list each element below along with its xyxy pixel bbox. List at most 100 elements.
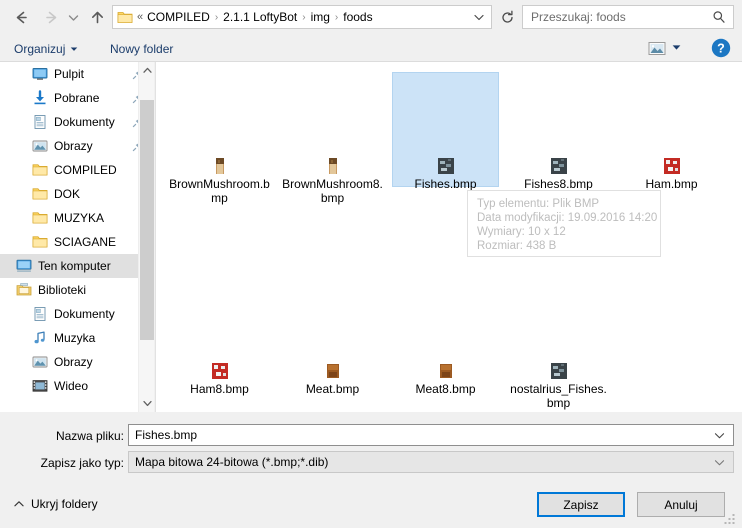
forward-button[interactable] — [38, 4, 64, 30]
computer-icon — [16, 258, 32, 274]
breadcrumb-item-compiled[interactable]: COMPILED — [144, 9, 213, 25]
breadcrumb-item-foods[interactable]: foods — [340, 9, 375, 25]
command-bar: Organizuj Nowy folder ? — [0, 34, 742, 62]
help-button[interactable]: ? — [710, 37, 732, 59]
file-name-label: Fishes8.bmp — [524, 177, 593, 191]
breadcrumb-separator-icon[interactable]: › — [300, 12, 307, 23]
file-item[interactable]: BrownMushroom8.bmp — [279, 72, 386, 205]
save-as-type-label: Zapisz jako typ: — [40, 456, 124, 470]
breadcrumb-item-loftybot[interactable]: 2.1.1 LoftyBot — [220, 9, 300, 25]
save-file-dialog: « COMPILED › 2.1.1 LoftyBot › img › food… — [0, 0, 742, 528]
nav-item-obrazy[interactable]: Obrazy — [0, 350, 154, 374]
nav-item-label: Biblioteki — [38, 283, 87, 297]
nav-item-sciagane[interactable]: SCIAGANE — [0, 230, 154, 254]
file-name-label: Ham.bmp — [645, 177, 698, 191]
file-name-label: BrownMushroom.bmp — [169, 177, 270, 205]
navigation-pane-scrollbar[interactable] — [138, 62, 154, 412]
hide-folders-button[interactable]: Ukryj foldery — [14, 497, 98, 511]
tooltip-line-type: Typ elementu: Plik BMP — [477, 198, 600, 210]
nav-item-label: SCIAGANE — [54, 235, 117, 249]
breadcrumb-item-img[interactable]: img — [308, 9, 333, 25]
fish-thumb — [550, 158, 567, 174]
chevron-down-icon[interactable] — [714, 458, 725, 467]
nav-item-biblioteki[interactable]: Biblioteki — [0, 278, 154, 302]
refresh-button[interactable] — [496, 5, 518, 29]
up-one-level-button[interactable] — [84, 4, 110, 30]
caret-up-icon — [14, 501, 24, 507]
file-item[interactable]: Meat8.bmp — [392, 277, 499, 396]
new-folder-button[interactable]: Nowy folder — [110, 39, 173, 58]
nav-item-pulpit[interactable]: Pulpit — [0, 62, 154, 86]
hide-folders-label: Ukryj foldery — [31, 497, 98, 511]
nav-item-label: DOK — [54, 187, 81, 201]
chevron-down-icon[interactable] — [714, 431, 725, 440]
file-info-tooltip: Typ elementu: Plik BMP Data modyfikacji:… — [467, 190, 661, 257]
search-icon[interactable] — [712, 10, 726, 24]
scrollbar-thumb[interactable] — [140, 100, 154, 340]
cancel-button[interactable]: Anuluj — [637, 492, 725, 517]
search-input[interactable]: Przeszukaj: foods — [522, 5, 734, 29]
file-name-input[interactable]: Fishes.bmp — [128, 424, 734, 446]
nav-item-wideo[interactable]: Wideo — [0, 374, 154, 398]
file-item[interactable]: Ham.bmp — [618, 72, 725, 191]
breadcrumb-separator-icon[interactable]: › — [213, 12, 220, 23]
folder-icon — [32, 162, 48, 178]
file-name-label: Meat8.bmp — [415, 382, 476, 396]
nav-item-pobrane[interactable]: Pobrane — [0, 86, 154, 110]
folder-icon — [32, 186, 48, 202]
nav-item-muzyka[interactable]: Muzyka — [0, 326, 154, 350]
fish-thumb — [550, 363, 567, 379]
video-icon — [32, 378, 48, 394]
breadcrumb-overflow[interactable]: « — [136, 11, 144, 23]
address-bar[interactable]: « COMPILED › 2.1.1 LoftyBot › img › food… — [112, 5, 492, 29]
chevron-up-icon — [142, 67, 152, 73]
nav-item-label: Wideo — [54, 379, 89, 393]
scroll-down-button[interactable] — [139, 395, 155, 412]
folder-icon — [32, 234, 48, 250]
file-item[interactable]: Meat.bmp — [279, 277, 386, 396]
search-placeholder: Przeszukaj: foods — [531, 10, 626, 24]
resize-grip-icon[interactable] — [724, 512, 737, 525]
view-mode-button[interactable] — [646, 39, 668, 58]
nav-item-ten-komputer[interactable]: Ten komputer — [0, 254, 154, 278]
refresh-icon — [501, 10, 513, 23]
nav-item-muzyka[interactable]: MUZYKA — [0, 206, 154, 230]
mushroom-thumb — [212, 158, 228, 174]
caret-down-icon[interactable] — [672, 44, 681, 51]
breadcrumb-separator-icon[interactable]: › — [333, 12, 340, 23]
file-item[interactable]: Ham8.bmp — [166, 277, 273, 396]
file-name-label: Nazwa pliku: — [55, 429, 124, 443]
pictures-icon — [32, 354, 48, 370]
recent-locations-button[interactable] — [64, 4, 82, 30]
nav-item-label: Dokumenty — [54, 307, 115, 321]
file-name-value: Fishes.bmp — [135, 428, 198, 442]
nav-item-dokumenty[interactable]: Dokumenty — [0, 302, 154, 326]
download-icon — [32, 90, 48, 106]
file-name-label: Ham8.bmp — [190, 382, 249, 396]
organize-button[interactable]: Organizuj — [14, 39, 78, 58]
file-item[interactable]: Fishes8.bmp — [505, 72, 612, 191]
nav-item-dok[interactable]: DOK — [0, 182, 154, 206]
nav-item-label: Pobrane — [54, 91, 100, 105]
music-icon — [32, 330, 48, 346]
file-item[interactable]: BrownMushroom.bmp — [166, 72, 273, 205]
nav-item-obrazy[interactable]: Obrazy — [0, 134, 154, 158]
file-name-label: Fishes.bmp — [414, 177, 477, 191]
nav-item-label: MUZYKA — [54, 211, 105, 225]
save-as-type-select[interactable]: Mapa bitowa 24-bitowa (*.bmp;*.dib) — [128, 451, 734, 473]
nav-item-compiled[interactable]: COMPILED — [0, 158, 154, 182]
fish-thumb — [437, 158, 454, 174]
file-item[interactable]: nostalrius_Fishes.bmp — [505, 277, 612, 410]
file-name-label: Meat.bmp — [305, 382, 360, 396]
navigation-list: Pulpit Pobrane Dokumenty Obrazy COMPILED DOK M… — [0, 62, 154, 398]
nav-item-label: Pulpit — [54, 67, 85, 81]
back-button[interactable] — [8, 4, 34, 30]
scroll-up-button[interactable] — [139, 62, 155, 79]
pictures-icon — [32, 138, 48, 154]
nav-item-dokumenty[interactable]: Dokumenty — [0, 110, 154, 134]
new-folder-label: Nowy folder — [110, 41, 174, 56]
meat-thumb — [325, 363, 341, 379]
save-button[interactable]: Zapisz — [537, 492, 625, 517]
file-item[interactable]: Fishes.bmp — [392, 72, 499, 191]
chevron-down-icon[interactable] — [473, 11, 485, 23]
